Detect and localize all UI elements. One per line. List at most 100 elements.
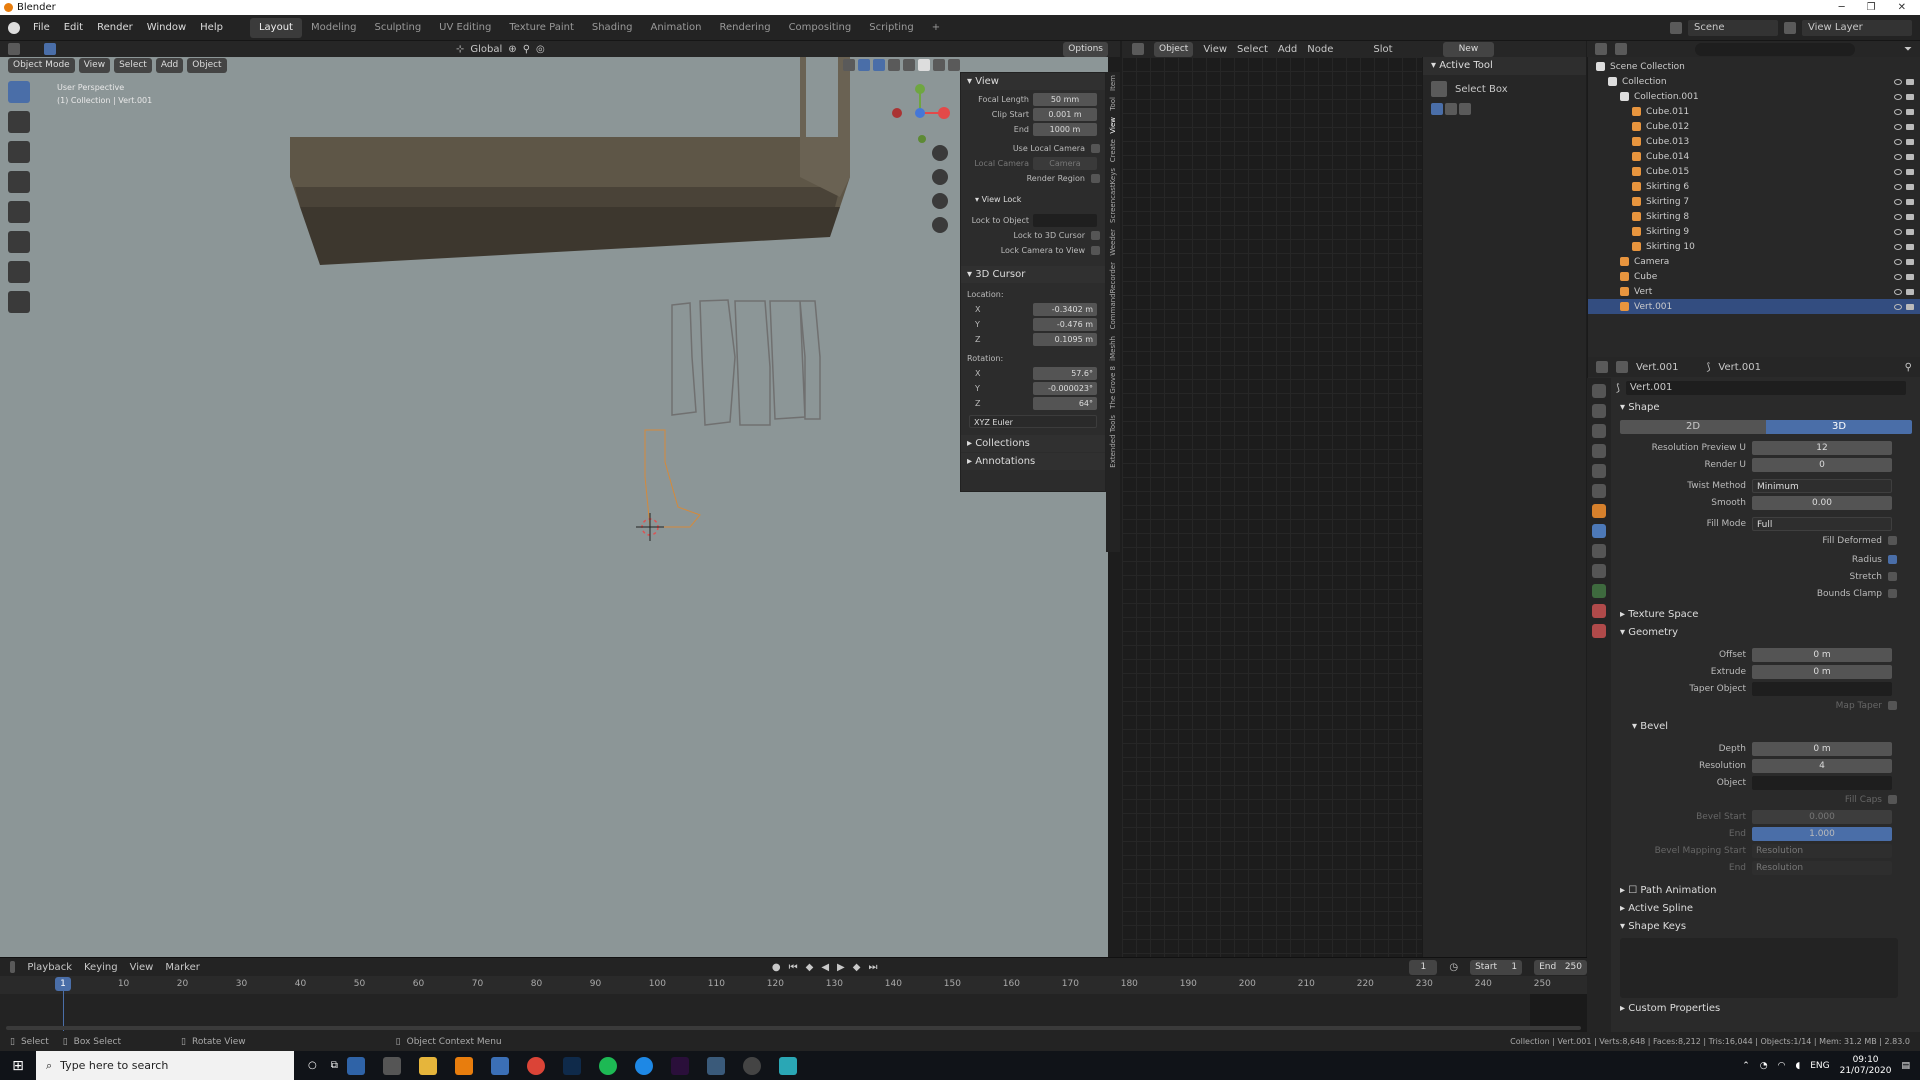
tray-chevron-icon[interactable]: ⌃ bbox=[1742, 1061, 1750, 1071]
outliner-row[interactable]: Collection bbox=[1588, 74, 1920, 89]
blender-taskbar-icon[interactable] bbox=[454, 1056, 473, 1075]
rotation-mode-select[interactable]: XYZ Euler bbox=[969, 415, 1097, 428]
select-extend-icon[interactable] bbox=[1445, 103, 1457, 115]
options-button[interactable]: Options bbox=[1063, 41, 1108, 57]
scene-props-icon[interactable] bbox=[1592, 464, 1606, 478]
texture-space-section-header[interactable]: ▸ Texture Space bbox=[1612, 606, 1920, 624]
output-props-icon[interactable] bbox=[1592, 424, 1606, 438]
windows-start-icon[interactable]: ⊞ bbox=[0, 1058, 36, 1074]
outliner-row[interactable]: Cube.014 bbox=[1588, 149, 1920, 164]
render-props-icon[interactable] bbox=[1592, 404, 1606, 418]
3d-cursor-section-header[interactable]: ▾ 3D Cursor bbox=[961, 266, 1105, 283]
proportional-icon[interactable]: ◎ bbox=[536, 44, 545, 55]
new-material-button[interactable]: New bbox=[1442, 41, 1495, 57]
bevel-mapping-start-select[interactable]: Resolution bbox=[1752, 843, 1892, 858]
active-tool-header[interactable]: ▾ Active Tool bbox=[1423, 57, 1586, 75]
tab-view[interactable]: View bbox=[1109, 117, 1117, 134]
tab-shading[interactable]: Shading bbox=[583, 18, 642, 38]
viewport-menu-object[interactable]: Object bbox=[187, 57, 227, 73]
visibility-eye-icon[interactable] bbox=[1894, 123, 1902, 130]
maximize-icon[interactable]: ❐ bbox=[1867, 2, 1876, 13]
menu-edit[interactable]: Edit bbox=[57, 15, 90, 41]
record-icon[interactable]: ● bbox=[772, 962, 781, 973]
viewport-menu-add[interactable]: Add bbox=[155, 57, 184, 73]
visibility-eye-icon[interactable] bbox=[1894, 168, 1902, 175]
shader-node-editor[interactable] bbox=[1122, 57, 1422, 957]
visibility-eye-icon[interactable] bbox=[1894, 243, 1902, 250]
start-frame-field[interactable]: Start 1 bbox=[1470, 959, 1523, 975]
task-view-icon[interactable]: ⧉ bbox=[331, 1060, 338, 1071]
shape-keys-list[interactable] bbox=[1620, 938, 1898, 998]
add-workspace-button[interactable]: + bbox=[923, 18, 949, 38]
texture-props-icon[interactable] bbox=[1592, 624, 1606, 638]
outliner-row[interactable]: Cube.013 bbox=[1588, 134, 1920, 149]
visibility-eye-icon[interactable] bbox=[1894, 213, 1902, 220]
custom-properties-section-header[interactable]: ▸ Custom Properties bbox=[1612, 1000, 1920, 1018]
annotations-section-header[interactable]: ▸ Annotations bbox=[961, 453, 1105, 470]
render-camera-icon[interactable] bbox=[1906, 93, 1914, 100]
visibility-eye-icon[interactable] bbox=[1894, 228, 1902, 235]
solid-shading-icon[interactable] bbox=[918, 59, 930, 71]
render-camera-icon[interactable] bbox=[1906, 213, 1914, 220]
bevel-start-field[interactable]: 0.000 bbox=[1752, 809, 1892, 824]
focal-length-field[interactable]: 50 mm bbox=[1033, 93, 1097, 106]
offset-field[interactable]: 0 m bbox=[1752, 647, 1892, 662]
view-layer-name[interactable]: View Layer bbox=[1802, 19, 1912, 36]
cortana-icon[interactable]: ○ bbox=[308, 1060, 317, 1071]
render-camera-icon[interactable] bbox=[1906, 303, 1914, 310]
outliner-display-icon[interactable] bbox=[1615, 43, 1627, 55]
shader-editor-type-icon[interactable] bbox=[1132, 43, 1144, 55]
prev-key-icon[interactable]: ◆ bbox=[806, 962, 814, 973]
cursor-location-z[interactable]: 0.1095 m bbox=[1033, 333, 1097, 346]
geometry-section-header[interactable]: ▾ Geometry bbox=[1612, 624, 1920, 642]
curve-data-props-icon[interactable] bbox=[1592, 584, 1606, 598]
resolution-preview-u-field[interactable]: 12 bbox=[1752, 440, 1892, 455]
timeline-menu-playback[interactable]: Playback bbox=[27, 962, 72, 973]
tab-command-recorder[interactable]: CommandRecorder bbox=[1109, 262, 1117, 329]
node-menu-select[interactable]: Select bbox=[1237, 44, 1268, 55]
render-region-checkbox[interactable] bbox=[1091, 174, 1100, 183]
outliner-row[interactable]: Skirting 8 bbox=[1588, 209, 1920, 224]
object-mode-select[interactable]: Object Mode bbox=[8, 57, 75, 73]
pan-hand-icon[interactable] bbox=[932, 169, 948, 185]
render-camera-icon[interactable] bbox=[1906, 108, 1914, 115]
clock-time[interactable]: 09:10 bbox=[1853, 1055, 1879, 1066]
tab-weeder[interactable]: Weeder bbox=[1109, 229, 1117, 256]
outliner-row[interactable]: Skirting 7 bbox=[1588, 194, 1920, 209]
visibility-eye-icon[interactable] bbox=[1894, 78, 1902, 85]
outliner-row[interactable]: Skirting 6 bbox=[1588, 179, 1920, 194]
outliner-row[interactable]: Camera bbox=[1588, 254, 1920, 269]
visibility-eye-icon[interactable] bbox=[1894, 273, 1902, 280]
outliner-row[interactable]: Collection.001 bbox=[1588, 89, 1920, 104]
tab-sculpting[interactable]: Sculpting bbox=[365, 18, 430, 38]
timeline-menu-keying[interactable]: Keying bbox=[84, 962, 118, 973]
physics-props-icon[interactable] bbox=[1592, 564, 1606, 578]
app-icon-2[interactable] bbox=[382, 1056, 401, 1075]
visibility-eye-icon[interactable] bbox=[1894, 183, 1902, 190]
timeline-menu-marker[interactable]: Marker bbox=[165, 962, 200, 973]
ortho-grid-icon[interactable] bbox=[932, 217, 948, 233]
next-key-icon[interactable]: ◆ bbox=[853, 962, 861, 973]
play-reverse-icon[interactable]: ◀ bbox=[821, 962, 829, 973]
outliner-row[interactable]: Skirting 9 bbox=[1588, 224, 1920, 239]
3d-viewport[interactable]: User Perspective (1) Collection | Vert.0… bbox=[0, 57, 1108, 957]
taskbar-search-box[interactable]: ⌕ Type here to search bbox=[36, 1051, 294, 1080]
tab-the-grove[interactable]: The Grove 8 bbox=[1109, 366, 1117, 409]
render-camera-icon[interactable] bbox=[1906, 138, 1914, 145]
collections-section-header[interactable]: ▸ Collections bbox=[961, 435, 1105, 452]
bevel-section-header[interactable]: ▾ Bevel bbox=[1612, 718, 1920, 736]
cursor-rotation-y[interactable]: -0.000023° bbox=[1033, 382, 1097, 395]
tab-create[interactable]: Create bbox=[1109, 139, 1117, 162]
local-camera-field[interactable]: Camera bbox=[1033, 157, 1097, 170]
outliner-row[interactable]: Cube.011 bbox=[1588, 104, 1920, 119]
viewport-menu-view[interactable]: View bbox=[78, 57, 111, 73]
visibility-eye-icon[interactable] bbox=[1894, 258, 1902, 265]
wireframe-shading-icon[interactable] bbox=[903, 59, 915, 71]
camera-view-icon[interactable] bbox=[932, 193, 948, 209]
transform-orientation-select[interactable]: Global bbox=[470, 44, 502, 55]
bevel-object-field[interactable] bbox=[1752, 775, 1892, 790]
chrome-icon[interactable] bbox=[526, 1056, 545, 1075]
cursor-location-y[interactable]: -0.476 m bbox=[1033, 318, 1097, 331]
playhead[interactable]: 1 bbox=[55, 977, 71, 991]
snap-icon[interactable]: ⚲ bbox=[523, 44, 530, 55]
